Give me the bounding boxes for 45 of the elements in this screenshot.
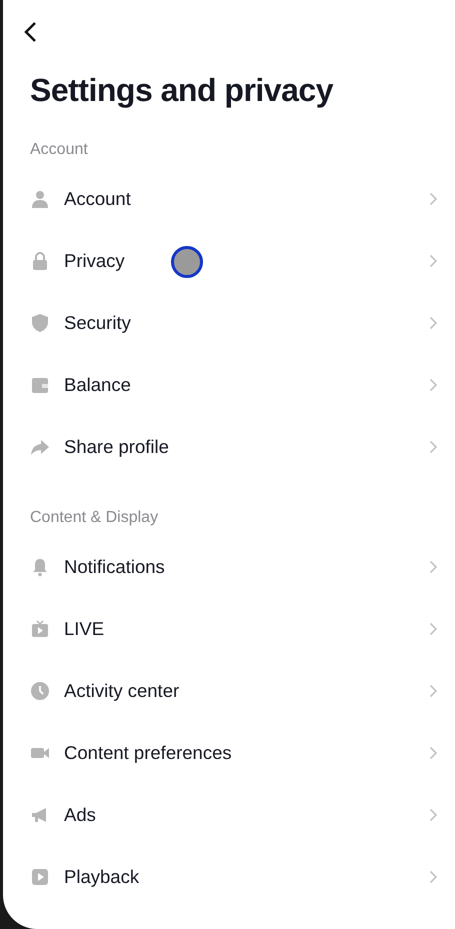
settings-item[interactable]: Privacy	[3, 230, 455, 292]
shield-icon	[30, 313, 50, 333]
person-icon	[30, 189, 50, 209]
item-label: Ads	[64, 804, 96, 826]
page-title: Settings and privacy	[29, 71, 334, 110]
settings-item[interactable]: Ads	[3, 784, 455, 846]
settings-item[interactable]: Activity center	[3, 660, 455, 722]
settings-item[interactable]: Playback	[3, 846, 455, 908]
tv-icon	[30, 619, 50, 639]
section-heading: Content & Display	[29, 508, 160, 528]
item-label: Notifications	[64, 556, 165, 578]
chevron-icon	[429, 684, 438, 698]
item-label: LIVE	[64, 618, 104, 640]
item-label: Content preferences	[64, 742, 232, 764]
chevron-icon	[429, 316, 438, 330]
settings-item[interactable]: Content preferences	[3, 722, 455, 784]
settings-item[interactable]: LIVE	[3, 598, 455, 660]
chevron-icon	[429, 622, 438, 636]
item-label: Share profile	[64, 436, 169, 458]
settings-item[interactable]: Balance	[3, 354, 455, 416]
chevron-icon	[429, 378, 438, 392]
play-icon	[30, 867, 50, 887]
settings-item[interactable]: Security	[3, 292, 455, 354]
settings-item[interactable]: Share profile	[3, 416, 455, 478]
chevron-icon	[429, 808, 438, 822]
chevron-icon	[429, 560, 438, 574]
touch-indicator	[171, 246, 203, 278]
chevron-icon	[429, 254, 438, 268]
settings-item[interactable]: Notifications	[3, 536, 455, 598]
clock-icon	[30, 681, 50, 701]
chevron-icon	[429, 870, 438, 884]
item-label: Security	[64, 312, 131, 334]
chevron-icon	[429, 440, 438, 454]
lock-icon	[30, 251, 50, 271]
item-label: Activity center	[64, 680, 180, 702]
section-heading: Account	[29, 140, 89, 160]
item-label: Account	[64, 188, 131, 210]
item-label: Playback	[64, 866, 140, 888]
item-label: Balance	[64, 374, 131, 396]
share-arrow-icon	[30, 437, 50, 457]
chevron-icon	[429, 746, 438, 760]
settings-item[interactable]: Account	[3, 168, 455, 230]
chevron-icon	[429, 192, 438, 206]
item-label: Privacy	[64, 250, 125, 272]
wallet-icon	[30, 375, 50, 395]
